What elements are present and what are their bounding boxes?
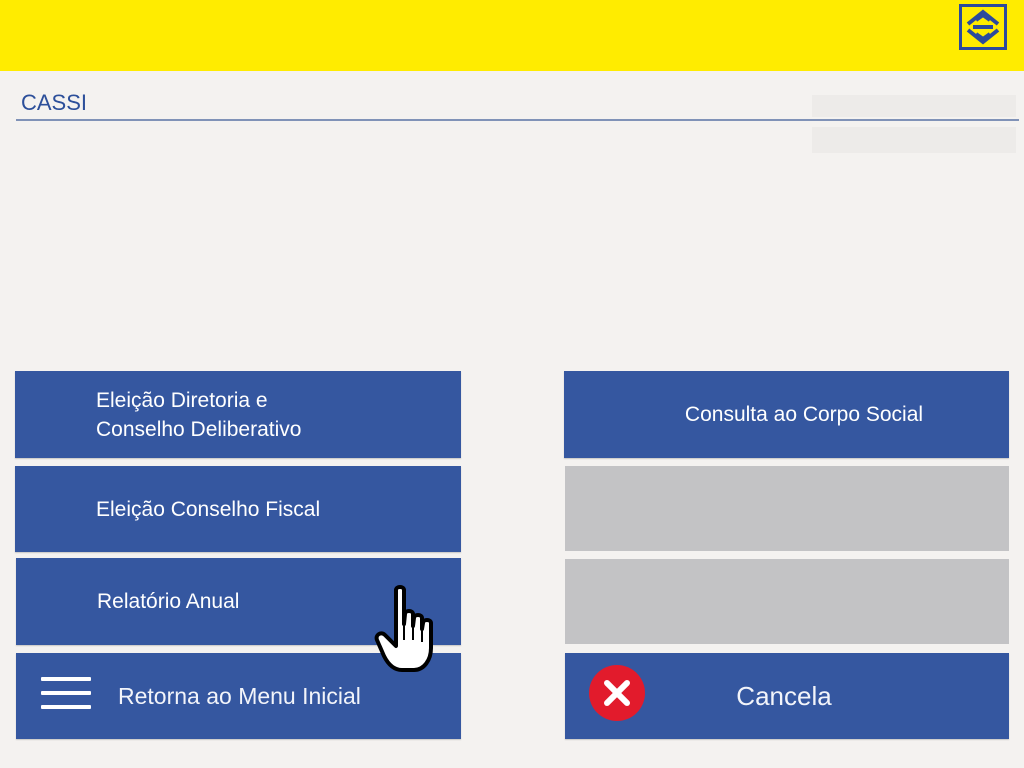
eleicao-conselho-fiscal-button[interactable]: Eleição Conselho Fiscal [15, 466, 461, 552]
title-divider [16, 119, 1019, 121]
eleicao-diretoria-button[interactable]: Eleição Diretoria e Conselho Deliberativ… [15, 371, 461, 458]
page-title: CASSI [21, 90, 88, 115]
consulta-corpo-social-button[interactable]: Consulta ao Corpo Social [564, 371, 1009, 458]
placeholder-block [812, 95, 1016, 117]
bank-logo-icon [959, 4, 1007, 50]
empty-option-button [565, 466, 1009, 551]
empty-option-button [565, 559, 1009, 644]
button-label: Eleição Diretoria e Conselho Deliberativ… [96, 388, 302, 441]
button-label: Eleição Conselho Fiscal [96, 497, 321, 521]
placeholder-block [812, 127, 1016, 153]
close-circle-icon [589, 665, 645, 721]
top-bar [0, 0, 1024, 71]
cancela-button[interactable]: Cancela [565, 653, 1009, 739]
hamburger-icon [41, 673, 91, 713]
button-label: Relatório Anual [97, 590, 240, 613]
hand-pointer-icon [374, 585, 433, 672]
button-label: Cancela [736, 680, 832, 711]
button-label: Consulta ao Corpo Social [684, 403, 924, 426]
button-label: Retorna ao Menu Inicial [118, 682, 361, 709]
